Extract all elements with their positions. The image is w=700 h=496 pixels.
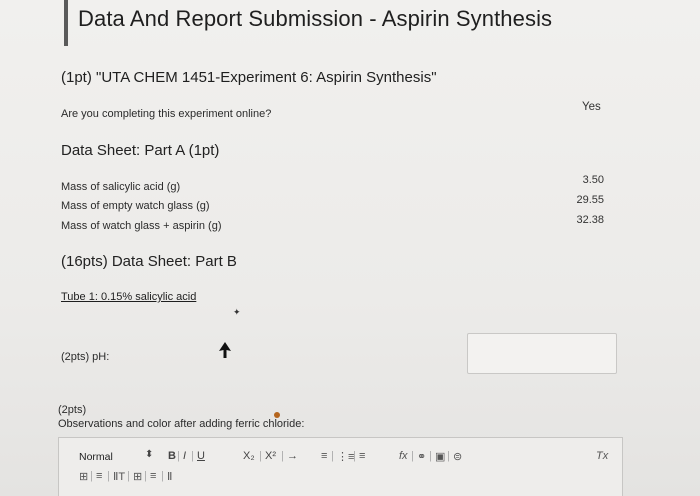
part-b-title: (16pts) Data Sheet: Part B [61,253,237,270]
arrow-button[interactable]: → [287,450,298,462]
bold-button[interactable]: B [168,450,176,462]
cursor-dot-icon [274,412,280,418]
mass-glass-aspirin-label: Mass of watch glass + aspirin (g) [61,220,222,232]
part-a-title: Data Sheet: Part A (1pt) [61,142,220,159]
formula-icon[interactable]: fx [399,450,408,462]
mass-watch-glass-label: Mass of empty watch glass (g) [61,200,210,212]
observations-label: Observations and color after adding ferr… [58,418,305,430]
superscript-button[interactable]: X² [265,450,276,462]
column-icon[interactable]: ⅡT [113,470,125,483]
page: Data And Report Submission - Aspirin Syn… [0,0,700,496]
ph-label: (2pts) pH: [61,351,110,363]
link-icon[interactable]: ⚭ [417,450,426,463]
online-question: Are you completing this experiment onlin… [61,108,272,120]
tube-1-label: Tube 1: 0.15% salicylic acid [61,291,197,303]
embed-icon[interactable]: ⊜ [453,450,462,463]
mass-watch-glass-value: 29.55 [576,194,604,206]
select-caret-icon: ⬍ [145,449,154,460]
mass-glass-aspirin-value: 32.38 [576,214,604,226]
table-delete-icon[interactable]: ⊞ [133,470,142,483]
section-title: (1pt) "UTA CHEM 1451-Experiment 6: Aspir… [61,69,437,86]
editor-toolbar: Normal ⬍ B | I | U X₂ | X² | → ≡ | ⋮≡ | … [79,449,609,483]
paragraph-style-select[interactable]: Normal [79,451,113,463]
online-answer: Yes [582,101,601,113]
mass-salicylic-label: Mass of salicylic acid (g) [61,181,181,193]
image-icon[interactable]: ▣ [435,450,445,463]
clear-format-icon[interactable]: Tx [596,450,608,462]
align-icon[interactable]: ≡ [96,470,102,482]
mouse-pointer-icon [219,342,231,358]
row-icon[interactable]: ≡ [150,470,156,482]
table-icon[interactable]: ⊞ [79,470,88,483]
observations-editor[interactable]: Normal ⬍ B | I | U X₂ | X² | → ≡ | ⋮≡ | … [58,437,623,496]
column-delete-icon[interactable]: Ⅱ [167,470,172,483]
observations-points: (2pts) [58,404,87,416]
page-title: Data And Report Submission - Aspirin Syn… [78,6,553,31]
subscript-button[interactable]: X₂ [243,450,255,462]
align-left-icon[interactable]: ≡ [321,450,327,462]
ph-input[interactable] [467,333,617,374]
cursor-mark-icon: ✦ [233,307,241,317]
title-accent-bar [64,0,68,46]
underline-button[interactable]: U [197,450,205,462]
mass-salicylic-value: 3.50 [582,174,604,186]
italic-button[interactable]: I [183,450,186,462]
ordered-list-icon[interactable]: ⋮≡ [337,450,354,463]
bullet-list-icon[interactable]: ≡ [359,450,365,462]
